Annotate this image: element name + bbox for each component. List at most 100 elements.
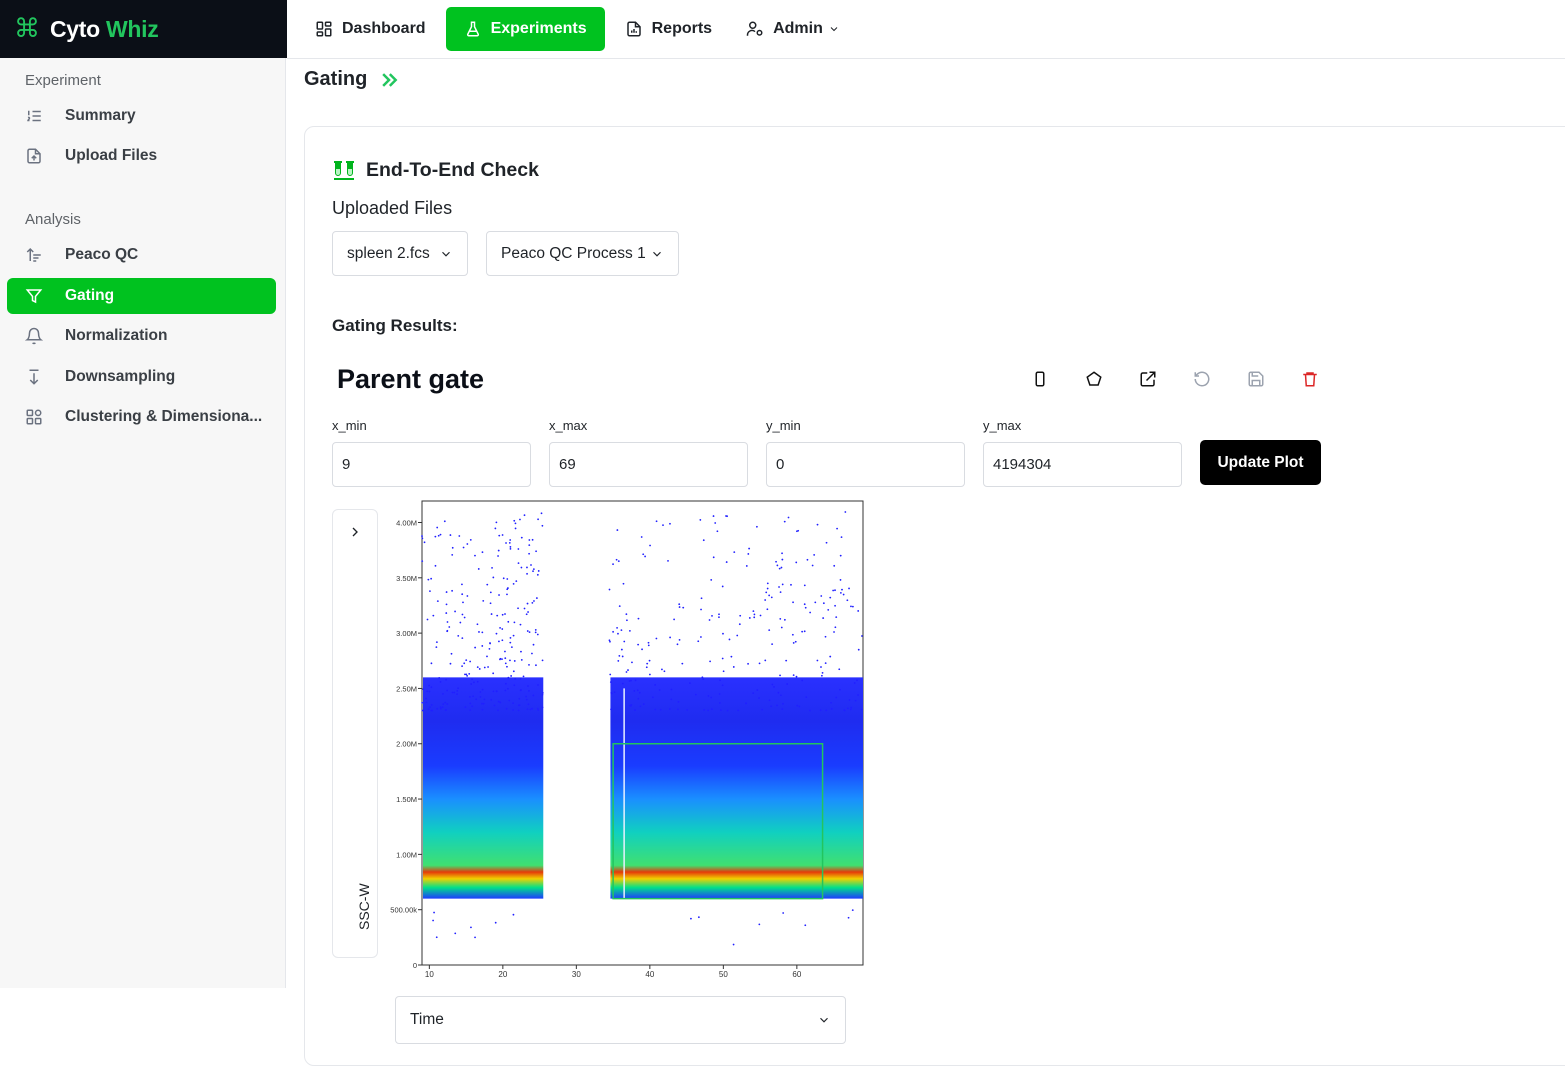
- sidebar-item-downsampling[interactable]: Downsampling: [7, 359, 276, 395]
- event-point: [737, 709, 740, 712]
- process-select[interactable]: Peaco QC Process 1: [486, 231, 679, 276]
- event-point: [712, 515, 715, 517]
- event-point: [851, 605, 854, 608]
- event-point: [513, 660, 516, 662]
- sidebar-item-summary[interactable]: Summary: [7, 98, 276, 134]
- event-point: [633, 690, 636, 692]
- sidebar-item-gating[interactable]: Gating: [7, 278, 276, 314]
- event-point: [840, 536, 843, 539]
- event-point: [466, 595, 469, 597]
- x-tick-label: 10: [425, 970, 434, 979]
- nav-reports[interactable]: Reports: [611, 7, 726, 51]
- sidebar-item-label: Clustering & Dimensiona...: [65, 408, 263, 425]
- event-point: [809, 611, 812, 614]
- event-point: [771, 683, 774, 686]
- sidebar-item-normalization[interactable]: Normalization: [7, 318, 276, 354]
- event-point: [803, 584, 806, 587]
- event-point: [490, 613, 493, 615]
- event-point: [798, 705, 801, 708]
- event-point: [514, 677, 517, 680]
- app-brand[interactable]: ⌘ Cyto Whiz: [0, 0, 287, 58]
- nav-dashboard[interactable]: Dashboard: [301, 7, 440, 51]
- chevron-down-icon: [830, 27, 838, 32]
- export-gate-tool[interactable]: [1137, 368, 1159, 390]
- event-point: [504, 689, 507, 692]
- y-axis-channel-panel[interactable]: SSC-W: [332, 509, 378, 958]
- event-point: [756, 689, 759, 691]
- event-point: [779, 694, 782, 697]
- rectangle-gate-tool[interactable]: [1029, 368, 1051, 390]
- x-tick-label: 30: [572, 970, 581, 979]
- event-point: [844, 511, 847, 513]
- event-point: [519, 689, 522, 692]
- y-min-input[interactable]: [766, 442, 965, 487]
- event-point: [472, 695, 475, 698]
- save-gate-tool[interactable]: [1245, 368, 1267, 390]
- experiment-title: End-To-End Check: [332, 158, 539, 182]
- density-band-2: [610, 677, 863, 899]
- event-point: [506, 588, 509, 591]
- event-point: [781, 708, 784, 711]
- event-point: [669, 636, 671, 639]
- event-point: [438, 676, 441, 679]
- sidebar-item-clustering[interactable]: Clustering & Dimensiona...: [7, 399, 276, 435]
- event-point: [829, 655, 832, 658]
- y-max-input[interactable]: [983, 442, 1182, 487]
- event-point: [535, 664, 537, 667]
- event-point: [637, 643, 640, 646]
- chevron-right-icon[interactable]: [347, 524, 363, 540]
- event-point: [839, 554, 842, 557]
- event-point: [439, 533, 442, 536]
- event-point: [771, 643, 774, 645]
- gating-scatter-plot[interactable]: 10 20 30 40 50 60 0 500.00k 1.00M 1.50M 2.00M 2.50M…: [380, 496, 870, 986]
- sidebar-item-peaco-qc[interactable]: Peaco QC: [7, 237, 276, 273]
- delete-gate-tool[interactable]: [1299, 368, 1321, 390]
- event-point: [512, 709, 514, 711]
- event-point: [457, 687, 459, 690]
- sidebar-item-upload-files[interactable]: Upload Files: [7, 138, 276, 174]
- x-tick-label: 50: [719, 970, 728, 979]
- file-select[interactable]: spleen 2.fcs: [332, 231, 468, 276]
- event-point: [457, 634, 460, 637]
- event-point: [853, 682, 856, 684]
- event-point: [792, 674, 795, 676]
- undo-gate-tool[interactable]: [1191, 368, 1213, 390]
- event-point: [824, 635, 827, 638]
- nav-admin[interactable]: Admin: [732, 7, 854, 51]
- event-point: [501, 613, 504, 616]
- event-point: [531, 601, 534, 604]
- nav-experiments[interactable]: Experiments: [445, 7, 605, 51]
- x-min-input[interactable]: [332, 442, 531, 487]
- event-point: [839, 688, 841, 691]
- event-point: [449, 662, 452, 665]
- y-tick-label: 0: [413, 961, 417, 970]
- app-name: Cyto Whiz: [50, 15, 159, 42]
- event-point: [436, 707, 439, 710]
- x-max-input[interactable]: [549, 442, 748, 487]
- event-point: [811, 564, 814, 567]
- event-point: [446, 621, 449, 623]
- event-point: [442, 693, 444, 695]
- event-point: [708, 619, 711, 621]
- event-point: [669, 522, 671, 525]
- event-point: [486, 583, 489, 586]
- event-point: [513, 519, 516, 522]
- event-point: [721, 585, 724, 588]
- polygon-gate-tool[interactable]: [1083, 368, 1105, 390]
- event-point: [728, 638, 731, 641]
- event-point: [505, 707, 508, 710]
- event-point: [758, 662, 761, 665]
- event-point: [752, 692, 755, 695]
- event-point: [518, 697, 521, 700]
- event-point: [655, 520, 658, 523]
- event-point: [466, 543, 469, 545]
- event-point: [422, 688, 425, 691]
- event-point: [512, 670, 515, 673]
- event-point: [700, 636, 702, 638]
- update-plot-button[interactable]: Update Plot: [1200, 440, 1321, 485]
- event-point: [681, 662, 684, 665]
- x-axis-channel-select[interactable]: Time: [395, 996, 846, 1044]
- event-point: [670, 688, 673, 691]
- event-point: [790, 583, 792, 586]
- event-point: [779, 591, 782, 593]
